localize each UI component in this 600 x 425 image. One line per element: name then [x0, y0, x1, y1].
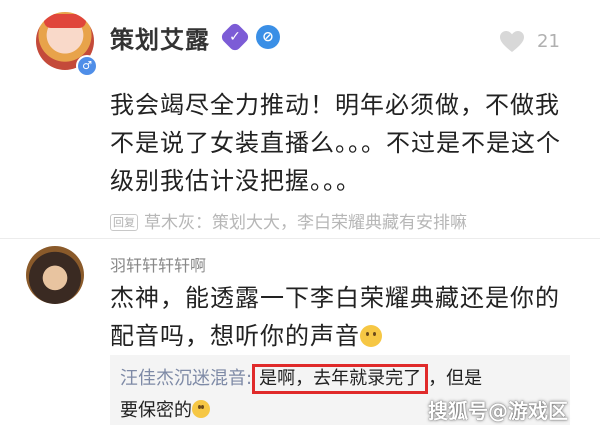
nested-reply-line-2-text: 要保密的: [120, 400, 192, 421]
comment-body-2-text: 杰神，能透露一下李白荣耀典藏还是你的配音吗，想听你的声音: [110, 284, 560, 350]
verified-badge-icon: ✓: [219, 21, 251, 53]
nested-reply-line: 汪佳杰沉迷混音: 是啊，去年就录完了 ，但是: [120, 364, 482, 394]
comment-divider: [0, 238, 600, 239]
nested-reply-author[interactable]: 汪佳杰沉迷混音:: [120, 368, 252, 389]
reply-preview[interactable]: 回复 草木灰：策划大大，李白荣耀典藏有安排嘛: [110, 208, 467, 233]
male-gender-icon: ♂: [76, 55, 98, 77]
comment-body-2: 杰神，能透露一下李白荣耀典藏还是你的配音吗，想听你的声音: [110, 279, 570, 355]
compass-badge-icon: ⊘: [256, 25, 280, 49]
nested-reply-rest: ，但是: [428, 368, 483, 389]
reply-tag: 回复: [110, 214, 138, 231]
comment-body: 我会竭尽全力推动！明年必须做，不做我不是说了女装直播么。。。不过是不是这个级别我…: [110, 91, 561, 195]
heart-like-icon[interactable]: [499, 30, 525, 54]
avatar-bow-decoration: [44, 14, 86, 28]
reply-preview-text: 草木灰：策划大大，李白荣耀典藏有安排嘛: [144, 213, 467, 233]
laughing-face-emoji-icon: [192, 400, 210, 418]
commenter-name[interactable]: 羽轩轩轩轩啊: [110, 252, 206, 276]
like-count: 21: [537, 31, 560, 52]
nested-reply-line-2: 要保密的: [120, 396, 210, 422]
commenter-avatar[interactable]: [26, 246, 84, 304]
comment-author-name[interactable]: 策划艾露: [110, 20, 210, 55]
highlighted-reply-text: 是啊，去年就录完了: [252, 364, 429, 394]
fearful-face-emoji-icon: [360, 325, 382, 347]
sohu-watermark: 搜狐号@游戏区: [428, 399, 568, 423]
